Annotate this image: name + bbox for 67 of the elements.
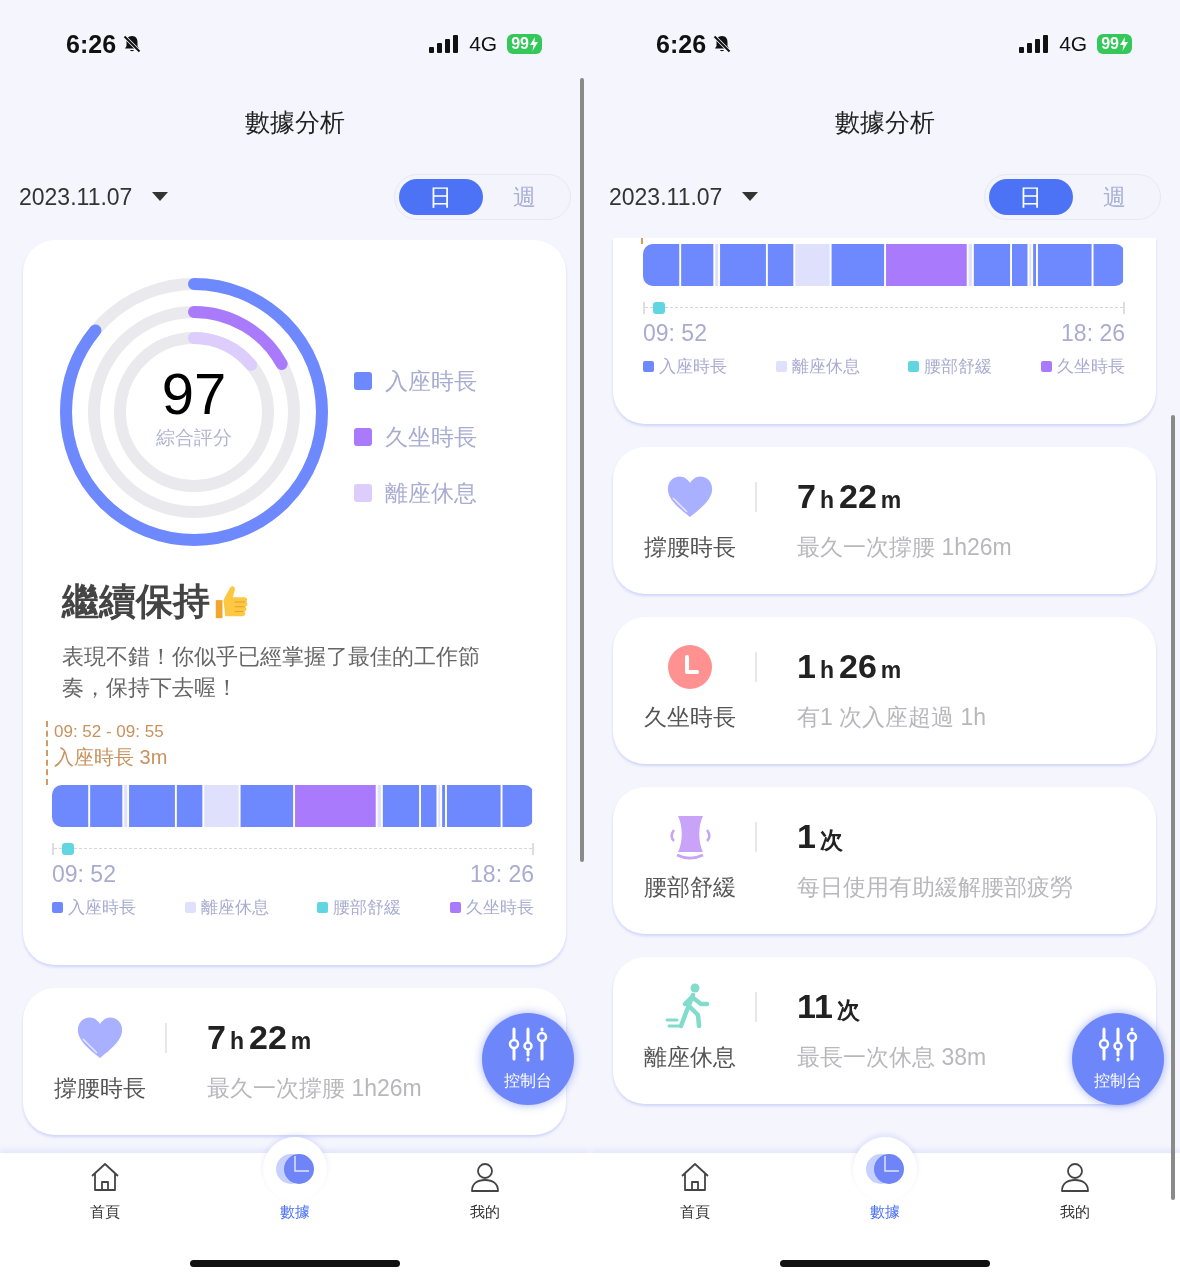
muted-bell-icon xyxy=(712,34,733,54)
stat-value: 11 次 xyxy=(797,987,861,1027)
stat-value: 1 h 26 m xyxy=(797,647,903,687)
charging-bolt-icon xyxy=(1120,37,1128,51)
tab-bar-item[interactable]: 我的 xyxy=(1015,1131,1135,1241)
score-label: 綜合評分 xyxy=(156,426,232,450)
network-label: 4G xyxy=(1059,32,1088,56)
stat-value: 1 次 xyxy=(797,817,844,857)
stat-note: 最久一次撐腰 1h26m xyxy=(207,1074,422,1103)
legend-label: 腰部舒緩 xyxy=(924,356,993,378)
signal-icon xyxy=(1019,35,1050,53)
legend-label: 久坐時長 xyxy=(385,422,477,452)
stat-note: 有1 次入座超過 1h xyxy=(797,703,987,732)
tab-bar-item[interactable]: 首頁 xyxy=(635,1131,755,1241)
tab-bar-item[interactable]: 數據 xyxy=(825,1131,945,1241)
start-time: 09: 52 xyxy=(643,320,707,347)
stat-label: 撐腰時長 xyxy=(53,1074,147,1103)
person-icon xyxy=(1059,1161,1091,1193)
legend-label: 離座休息 xyxy=(385,478,477,508)
headline: 繼續保持 xyxy=(62,580,210,624)
legend-label: 離座休息 xyxy=(200,897,269,919)
start-time: 09: 52 xyxy=(52,861,116,888)
home-icon xyxy=(89,1161,121,1193)
caret-icon xyxy=(152,192,169,202)
battery-percent: 99 xyxy=(511,35,529,53)
score-value: 97 xyxy=(161,365,227,423)
status-time: 6:26 xyxy=(656,29,707,59)
page-title: 數據分析 xyxy=(834,106,936,138)
stat-note: 每日使用有助緩解腰部疲勞 xyxy=(797,873,1073,902)
stat-label: 撐腰時長 xyxy=(643,533,737,562)
page-title: 數據分析 xyxy=(244,106,346,138)
legend-label: 入座時長 xyxy=(659,356,727,378)
network-label: 4G xyxy=(469,32,498,56)
range-tab[interactable]: 日 xyxy=(399,179,483,215)
person-icon xyxy=(469,1161,501,1193)
tab-bar-item[interactable]: 首頁 xyxy=(45,1131,165,1241)
date-picker[interactable]: 2023.11.07 xyxy=(609,183,759,211)
stat-label: 腰部舒緩 xyxy=(643,873,737,902)
charging-bolt-icon xyxy=(530,37,538,51)
tooltip-time: 09: 52 - 09: 55 xyxy=(54,721,165,743)
legend-label: 久坐時長 xyxy=(465,897,534,919)
signal-icon xyxy=(429,35,460,53)
muted-bell-icon xyxy=(122,34,143,54)
legend-label: 離座休息 xyxy=(791,356,860,378)
legend-label: 入座時長 xyxy=(385,366,477,396)
message-text: 表現不錯！你似乎已經掌握了最佳的工作節奏，保持下去喔！ xyxy=(62,643,481,702)
stat-note: 最久一次撐腰 1h26m xyxy=(797,533,1012,562)
stat-label: 離座休息 xyxy=(643,1043,737,1072)
home-icon xyxy=(679,1161,711,1193)
tooltip-text: 入座時長 3m xyxy=(54,745,169,770)
stat-label: 久坐時長 xyxy=(643,703,737,732)
legend-label: 入座時長 xyxy=(68,897,136,919)
stat-value: 7 h 22 m xyxy=(207,1018,313,1058)
tab-bar-item[interactable]: 數據 xyxy=(235,1131,355,1241)
clock-icon xyxy=(665,642,715,692)
caret-icon xyxy=(742,192,759,202)
legend-label: 腰部舒緩 xyxy=(333,897,402,919)
range-tab[interactable]: 日 xyxy=(989,179,1073,215)
stat-value: 7 h 22 m xyxy=(797,477,903,517)
stat-note: 最長一次休息 38m xyxy=(797,1043,987,1072)
date-picker[interactable]: 2023.11.07 xyxy=(19,183,169,211)
tab-bar-item[interactable]: 我的 xyxy=(425,1131,545,1241)
battery-percent: 99 xyxy=(1101,35,1119,53)
end-time: 18: 26 xyxy=(470,861,534,888)
legend-label: 久坐時長 xyxy=(1056,356,1125,378)
end-time: 18: 26 xyxy=(1061,320,1125,347)
status-time: 6:26 xyxy=(66,29,117,59)
